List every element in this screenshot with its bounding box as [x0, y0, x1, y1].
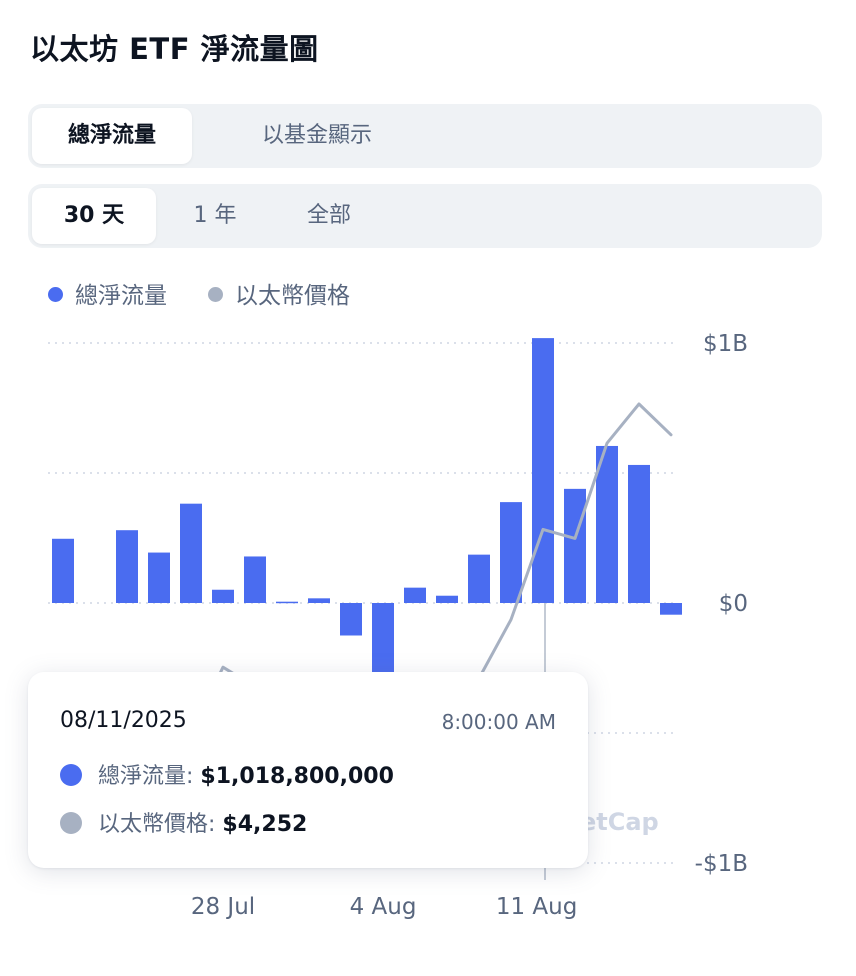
tooltip-eth-price-dot	[60, 812, 82, 834]
flow-bar	[340, 603, 362, 636]
watermark: etCap	[580, 808, 659, 836]
flow-bar	[436, 595, 458, 603]
flow-bar	[148, 552, 170, 603]
tooltip-eth-price-value: $4,252	[222, 812, 308, 837]
legend-net-flow-label: 總淨流量	[75, 283, 167, 309]
x-tick-label: 4 Aug	[350, 894, 417, 920]
tooltip-row-net-flow: 總淨流量: $1,018,800,000	[60, 758, 394, 790]
tooltip-time: 8:00:00 AM	[441, 710, 556, 734]
flow-bar	[404, 587, 426, 603]
tooltip-net-flow-dot	[60, 764, 82, 786]
flow-bar	[116, 530, 138, 603]
legend-eth-price-label: 以太幣價格	[235, 283, 350, 309]
range-option-1y[interactable]: 1 年	[160, 188, 270, 244]
legend-net-flow-dot	[48, 287, 63, 302]
x-tick-label: 28 Jul	[191, 894, 255, 920]
tooltip-row-eth-price: 以太幣價格: $4,252	[60, 806, 307, 838]
flow-bar	[564, 488, 586, 603]
tooltip-net-flow-label: 總淨流量:	[98, 764, 194, 789]
flow-bar	[660, 603, 682, 615]
range-option-30d[interactable]: 30 天	[32, 188, 156, 244]
tooltip-eth-price-label: 以太幣價格:	[98, 812, 216, 837]
y-tick-label: $1B	[703, 331, 748, 357]
y-tick-label: -$1B	[695, 851, 748, 877]
view-toggle: 總淨流量 以基金顯示	[28, 104, 822, 168]
flow-bar	[308, 598, 330, 603]
flow-bar	[532, 338, 554, 603]
flow-bar	[180, 503, 202, 603]
page-title: 以太坊 ETF 淨流量圖	[30, 32, 319, 66]
range-option-all[interactable]: 全部	[274, 188, 384, 244]
flow-bar	[212, 589, 234, 603]
y-tick-label: $0	[719, 591, 748, 617]
flow-bar	[468, 554, 490, 603]
legend-item-net-flow[interactable]: 總淨流量	[48, 280, 167, 312]
legend-eth-price-dot	[208, 287, 223, 302]
view-option-total[interactable]: 總淨流量	[32, 108, 192, 164]
range-toggle: 30 天 1 年 全部	[28, 184, 822, 248]
chart-tooltip: 08/11/2025 8:00:00 AM 總淨流量: $1,018,800,0…	[28, 672, 588, 868]
tooltip-date: 08/11/2025	[60, 708, 187, 733]
flow-bar	[276, 601, 298, 604]
flow-bar	[244, 556, 266, 603]
flow-bar	[52, 538, 74, 603]
flow-bar	[628, 464, 650, 603]
flow-bar	[500, 502, 522, 603]
legend-item-eth-price[interactable]: 以太幣價格	[208, 280, 350, 312]
tooltip-net-flow-value: $1,018,800,000	[200, 764, 394, 789]
x-tick-label: 11 Aug	[496, 894, 578, 920]
view-option-by-fund[interactable]: 以基金顯示	[204, 108, 430, 164]
